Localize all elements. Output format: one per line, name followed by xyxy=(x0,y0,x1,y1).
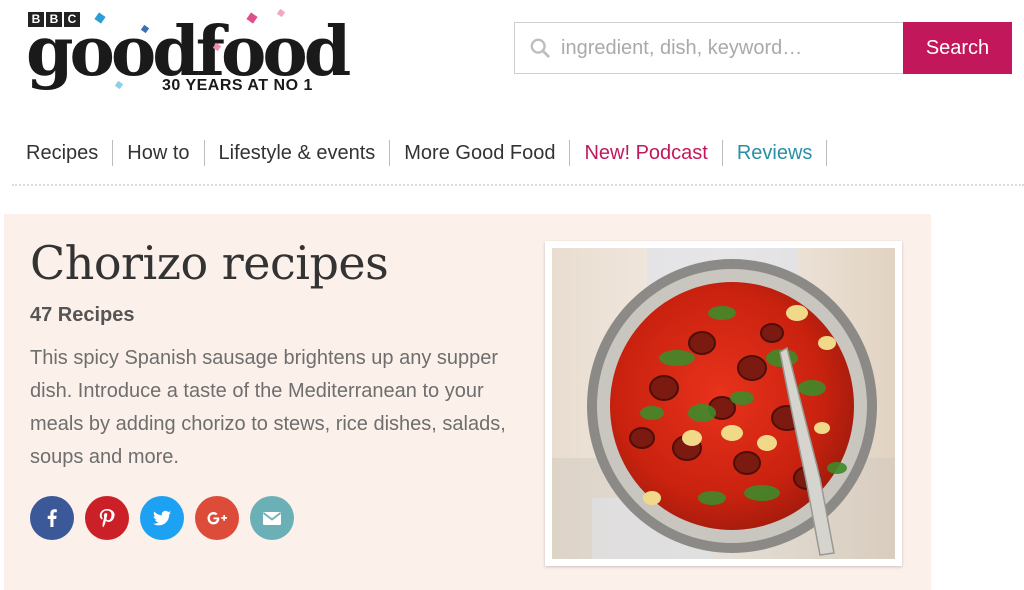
nav-item-podcast[interactable]: New! Podcast xyxy=(570,140,723,166)
page-title: Chorizo recipes xyxy=(30,236,389,290)
nav-item-how-to[interactable]: How to xyxy=(113,140,205,166)
nav-item-lifestyle-events[interactable]: Lifestyle & events xyxy=(205,140,391,166)
pinterest-icon xyxy=(99,509,115,528)
email-share-button[interactable] xyxy=(250,496,294,540)
chorizo-stew-photo xyxy=(552,248,895,559)
nav-item-more-good-food[interactable]: More Good Food xyxy=(390,140,571,166)
goodfood-wordmark: goodfood xyxy=(26,12,351,92)
search-field[interactable] xyxy=(514,22,904,74)
email-icon xyxy=(262,512,282,525)
social-share-bar xyxy=(30,496,294,540)
nav-divider xyxy=(12,184,1024,186)
search-input[interactable] xyxy=(559,35,893,61)
facebook-icon xyxy=(47,509,57,527)
collection-hero: Chorizo recipes 47 Recipes This spicy Sp… xyxy=(4,214,931,590)
chorizo-stew-illustration xyxy=(552,248,895,559)
search-icon xyxy=(530,38,550,58)
nav-item-reviews[interactable]: Reviews xyxy=(723,140,828,166)
facebook-share-button[interactable] xyxy=(30,496,74,540)
twitter-icon xyxy=(153,510,171,526)
bbc-good-food-logo[interactable]: B B C goodfood 30 YEARS AT NO 1 xyxy=(26,8,351,105)
main-navigation: Recipes How to Lifestyle & events More G… xyxy=(26,140,828,166)
pinterest-share-button[interactable] xyxy=(85,496,129,540)
recipe-count: 47 Recipes xyxy=(30,304,135,326)
google-plus-icon xyxy=(207,512,227,525)
search-button[interactable]: Search xyxy=(903,22,1012,74)
collection-image xyxy=(545,241,902,566)
collection-description: This spicy Spanish sausage brightens up … xyxy=(30,347,506,468)
nav-item-recipes[interactable]: Recipes xyxy=(26,140,114,166)
twitter-share-button[interactable] xyxy=(140,496,184,540)
google-plus-share-button[interactable] xyxy=(195,496,239,540)
logo-tagline: 30 YEARS AT NO 1 xyxy=(162,77,313,94)
